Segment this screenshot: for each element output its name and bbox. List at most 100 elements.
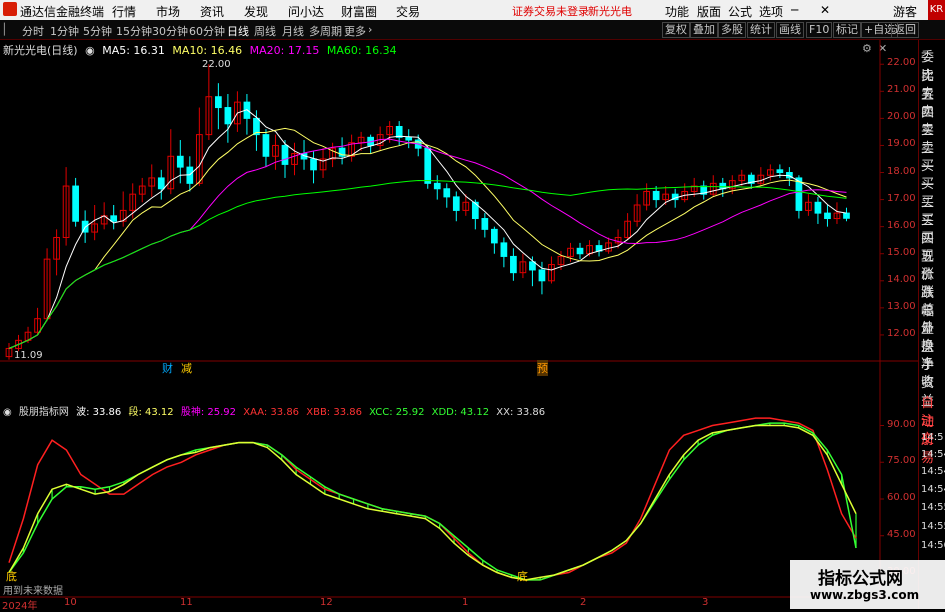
period-more[interactable]: 更多	[344, 23, 366, 39]
x-label-2024: 2024年	[2, 601, 38, 612]
indicator-legend: ◉ 股朋指标网 波: 33.86 段: 43.12 股神: 25.92 XAA:…	[3, 403, 549, 418]
period-fenshi[interactable]: 分时	[22, 23, 44, 39]
x-label-11: 11	[180, 597, 193, 608]
ind-xaa: XAA: 33.86	[243, 407, 300, 418]
event-cai[interactable]: 财	[162, 360, 173, 376]
menu-wenxiaoda[interactable]: 问小达	[288, 3, 324, 20]
app-name: 通达信金融终端	[20, 5, 105, 19]
candles-group	[5, 64, 850, 360]
close-icon[interactable]: ✕	[820, 3, 830, 17]
indicator-axis-label: 45.00	[887, 528, 916, 540]
period-15min[interactable]: 15分钟	[116, 23, 152, 39]
event-jian[interactable]: 减	[181, 360, 192, 376]
btn-diejia[interactable]: 叠加	[690, 22, 718, 38]
tick-time-5: 14:55	[921, 502, 945, 513]
tick-time-7: 14:56	[921, 540, 945, 551]
btn-huaxian[interactable]: 画线	[776, 22, 804, 38]
period-30min[interactable]: 30分钟	[152, 23, 188, 39]
menu-shichang[interactable]: 市场	[156, 3, 180, 20]
app-logo-icon	[3, 2, 17, 16]
ind-bo: 波: 33.86	[76, 407, 122, 418]
btn-fanhui[interactable]: 返回	[891, 22, 919, 38]
candle-body	[310, 158, 317, 171]
candle-body	[176, 155, 184, 168]
kline-chart[interactable]	[0, 40, 918, 609]
candle-body	[491, 228, 498, 244]
indicator-red-line	[8, 417, 857, 581]
price-axis-label: 12.00	[887, 327, 916, 339]
menu-zixun[interactable]: 资讯	[200, 3, 224, 20]
candle-body	[215, 96, 222, 109]
candle-body	[814, 201, 822, 214]
indicator-toggle-icon[interactable]: ◉	[3, 407, 12, 418]
menu-hangqing[interactable]: 行情	[112, 3, 136, 20]
candle-body	[776, 169, 784, 174]
current-stock-name: 新光光电	[588, 5, 632, 18]
tick-time-3: 14:54	[921, 466, 945, 477]
high-marker: 22.00	[202, 59, 231, 70]
tick-time-6: 14:55	[921, 521, 945, 532]
indicator-name: 股朋指标网	[18, 407, 69, 418]
period-1min[interactable]: 1分钟	[50, 23, 79, 39]
ind-xdd: XDD: 43.12	[431, 407, 490, 418]
btn-f10[interactable]: F10	[806, 22, 833, 38]
candle-body	[481, 218, 489, 230]
watermark-logo: 指标公式网 www.zbgs3.com	[790, 560, 945, 609]
candle-body	[405, 136, 413, 141]
candle-body	[262, 134, 270, 157]
ind-xx: XX: 33.86	[496, 407, 546, 418]
price-axis-label: 18.00	[887, 165, 916, 177]
candle-body	[452, 196, 460, 211]
btn-fuquan[interactable]: 复权	[662, 22, 690, 38]
x-label-2: 2	[580, 597, 587, 608]
event-yu[interactable]: 预	[537, 360, 548, 376]
menu-caifuquan[interactable]: 财富圈	[341, 3, 377, 20]
indicator-axis-label: 75.00	[887, 455, 916, 467]
indicator-axis-label: 60.00	[887, 492, 916, 503]
period-60min[interactable]: 60分钟	[189, 23, 225, 39]
candle-body	[652, 190, 660, 201]
period-toolbar: ▏ 分时 1分钟 5分钟 15分钟 30分钟 60分钟 日线 周线 月线 多周期…	[0, 20, 945, 40]
ind-xcc: XCC: 25.92	[369, 407, 425, 418]
menu-gongshi[interactable]: 公式	[728, 3, 752, 20]
price-axis-label: 19.00	[887, 138, 916, 150]
x-label-3: 3	[702, 597, 709, 608]
period-5min[interactable]: 5分钟	[83, 23, 112, 39]
login-warning[interactable]: 证券交易未登录	[512, 3, 589, 19]
period-daily[interactable]: 日线	[227, 23, 249, 39]
period-monthly[interactable]: 月线	[282, 23, 304, 39]
price-axis-label: 14.00	[887, 273, 916, 285]
minimize-icon[interactable]: ─	[791, 3, 798, 17]
menu-xuanxiang[interactable]: 选项	[759, 3, 783, 20]
period-multi[interactable]: 多周期	[309, 23, 342, 39]
candle-body	[538, 269, 546, 282]
indicator-yellow-line	[8, 424, 857, 581]
price-axis-label: 15.00	[887, 246, 916, 258]
low-marker: 11.09	[14, 350, 43, 361]
candle-body	[529, 261, 536, 271]
candle-body	[843, 212, 850, 219]
tick-time-2: 14:54	[921, 449, 945, 460]
ind-gushen: 股神: 25.92	[180, 407, 237, 418]
menu-faxian[interactable]: 发现	[244, 3, 268, 20]
period-weekly[interactable]: 周线	[254, 23, 276, 39]
signal-di-2: 底	[517, 570, 528, 583]
candle-body	[500, 242, 508, 257]
candle-body	[824, 212, 831, 220]
x-label-1: 1	[462, 597, 469, 608]
menu-gongneng[interactable]: 功能	[665, 3, 689, 20]
indicator-group	[8, 417, 857, 581]
indicator-axis-label: 90.00	[887, 418, 916, 430]
toolbar-grip-icon: ▏	[4, 23, 13, 36]
guest-label[interactable]: 游客	[893, 3, 917, 20]
btn-biaoji[interactable]: 标记	[833, 22, 861, 38]
menu-jiaoyi[interactable]: 交易	[396, 3, 420, 20]
candle-body	[110, 215, 118, 222]
price-axis-label: 21.00	[887, 84, 916, 96]
kr-badge: KR	[928, 0, 945, 20]
btn-tongji[interactable]: 统计	[747, 22, 775, 38]
menu-banmian[interactable]: 版面	[697, 3, 721, 20]
ma60-line	[8, 179, 847, 349]
more-chevron-icon[interactable]: ›	[368, 23, 372, 36]
btn-duogu[interactable]: 多股	[718, 22, 746, 38]
